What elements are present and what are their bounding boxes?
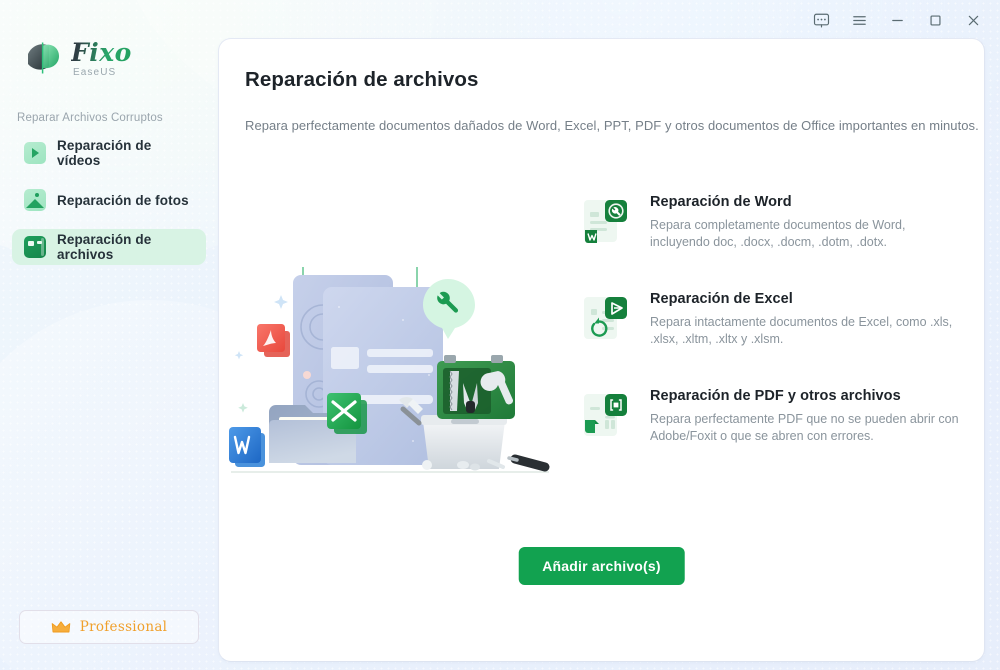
app-logo: Fixo EaseUS [22,38,132,81]
title-bar [0,0,1000,40]
menu-icon[interactable] [840,5,878,35]
sidebar-item-label: Reparación de fotos [57,193,189,208]
word-repair-icon [581,196,633,248]
feature-title: Reparación de Word [650,194,962,210]
close-icon[interactable] [954,5,992,35]
file-repair-illustration [227,179,567,499]
sidebar-item-label: Reparación de vídeos [57,138,194,168]
sidebar: Fixo EaseUS Reparar Archivos Corruptos R… [0,0,218,670]
feature-description: Repara perfectamente PDF que no se puede… [650,411,962,445]
feedback-icon[interactable] [802,5,840,35]
video-repair-icon [24,142,46,164]
professional-upgrade-button[interactable]: Professional [19,610,199,644]
excel-repair-icon [581,293,633,345]
feature-description: Repara intactamente documentos de Excel,… [650,314,962,348]
feature-pdf-repair[interactable]: Reparación de PDF y otros archivos Repar… [581,388,971,445]
brand-name: Fixo [71,40,132,65]
brand-sub: EaseUS [73,67,132,78]
minimize-icon[interactable] [878,5,916,35]
sidebar-section-label: Reparar Archivos Corruptos [17,112,163,124]
file-repair-icon [24,236,46,258]
sidebar-item-file-repair[interactable]: Reparación de archivos [12,229,206,265]
sidebar-item-photo-repair[interactable]: Reparación de fotos [12,182,206,218]
professional-label: Professional [80,619,168,635]
page-title: Reparación de archivos [245,68,479,92]
feature-word-repair[interactable]: Reparación de Word Repara completamente … [581,194,971,251]
app-window: Fixo EaseUS Reparar Archivos Corruptos R… [0,0,1000,670]
maximize-icon[interactable] [916,5,954,35]
feature-list: Reparación de Word Repara completamente … [581,194,971,485]
feature-excel-repair[interactable]: Reparación de Excel Repara intactamente … [581,291,971,348]
feature-title: Reparación de PDF y otros archivos [650,388,962,404]
feature-title: Reparación de Excel [650,291,962,307]
sidebar-nav: Reparación de vídeos Reparación de fotos… [12,135,206,276]
sidebar-item-video-repair[interactable]: Reparación de vídeos [12,135,206,171]
sidebar-item-label: Reparación de archivos [57,232,194,262]
photo-repair-icon [24,189,46,211]
feature-description: Repara completamente documentos de Word,… [650,217,962,251]
fixo-logo-icon [22,39,64,81]
page-subtitle: Repara perfectamente documentos dañados … [245,118,979,133]
pdf-repair-icon [581,390,633,442]
crown-icon [51,620,71,634]
add-files-button[interactable]: Añadir archivo(s) [518,547,685,585]
main-panel: Reparación de archivos Repara perfectame… [218,38,985,662]
